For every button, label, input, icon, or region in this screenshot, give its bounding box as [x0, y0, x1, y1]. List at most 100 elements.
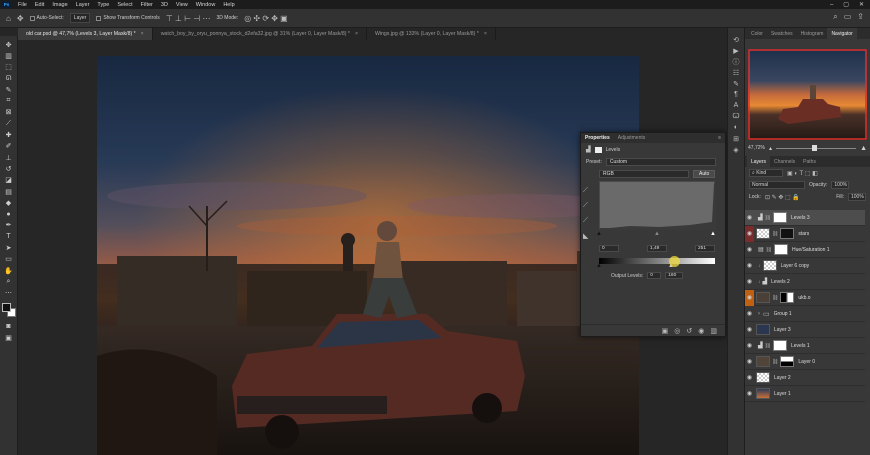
zoom-slider-thumb[interactable]: [812, 144, 818, 151]
input-black-field[interactable]: 0: [599, 245, 619, 252]
black-point-eyedropper-icon[interactable]: ⟋: [583, 187, 588, 195]
history-icon[interactable]: ⟲: [729, 34, 743, 45]
3d-mode-icons[interactable]: ◎ ✣ ⟳ ✥ ▣: [244, 14, 288, 23]
properties-icon[interactable]: ☷: [729, 67, 743, 78]
rectangle-tool-icon[interactable]: ▭: [2, 254, 16, 265]
visibility-eye-icon[interactable]: ◉: [745, 289, 754, 306]
layer-row[interactable]: ◉ ▟ ⛓ Levels 1: [745, 338, 865, 354]
gradient-tool-icon[interactable]: ▤: [2, 186, 16, 197]
menu-layer[interactable]: Layer: [72, 2, 94, 8]
hand-tool-icon[interactable]: ✋: [2, 265, 16, 276]
layer-row[interactable]: ◉ ⛓ Layer 0: [745, 354, 865, 370]
panel-menu-icon[interactable]: ≡: [718, 135, 721, 141]
visibility-eye-icon[interactable]: ◉: [745, 278, 754, 285]
tab-swatches[interactable]: Swatches: [767, 28, 797, 39]
auto-select-option[interactable]: Auto-Select:: [29, 15, 64, 21]
paragraph-icon[interactable]: ¶: [729, 89, 743, 100]
visibility-eye-icon[interactable]: ◉: [745, 225, 754, 242]
white-point-eyedropper-icon[interactable]: ⟋: [583, 217, 588, 225]
output-white-field[interactable]: 160: [665, 272, 684, 279]
blend-mode-dropdown[interactable]: Normal: [749, 181, 805, 189]
crop-tool-icon[interactable]: ⌗: [2, 95, 16, 106]
menu-edit[interactable]: Edit: [31, 2, 48, 8]
menu-view[interactable]: View: [172, 2, 192, 8]
doc-tab-old-car[interactable]: old car.psd @ 47,7% (Levels 3, Layer Mas…: [18, 28, 153, 40]
visibility-icon[interactable]: ◉: [698, 327, 704, 335]
doc-tab-wings[interactable]: Wings.jpg @ 133% (Layer 0, Layer Mask/8)…: [367, 28, 496, 40]
brush-tool-icon[interactable]: ✐: [2, 141, 16, 152]
home-icon[interactable]: ⌂: [6, 14, 11, 23]
auto-button[interactable]: Auto: [693, 170, 716, 178]
visibility-eye-icon[interactable]: ◉: [745, 342, 754, 349]
tab-close-icon[interactable]: ×: [355, 31, 358, 37]
menu-file[interactable]: File: [14, 2, 31, 8]
visibility-eye-icon[interactable]: ◉: [745, 246, 754, 253]
blur-tool-icon[interactable]: ◆: [2, 197, 16, 208]
visibility-eye-icon[interactable]: ◉: [745, 214, 754, 221]
character-icon[interactable]: A: [729, 100, 743, 111]
menu-filter[interactable]: Filter: [137, 2, 157, 8]
layer-mask-thumbnail[interactable]: [772, 212, 787, 223]
zoom-out-icon[interactable]: ▴: [769, 145, 772, 152]
view-previous-icon[interactable]: ◎: [674, 327, 680, 335]
menu-type[interactable]: Type: [93, 2, 113, 8]
tab-adjustments[interactable]: Adjustments: [618, 135, 646, 141]
workspace-icon[interactable]: ▭: [844, 12, 852, 22]
quick-mask-icon[interactable]: ◙: [2, 321, 16, 332]
zoom-tool-icon[interactable]: ⌕: [2, 276, 16, 287]
visibility-eye-icon[interactable]: ◉: [745, 390, 754, 397]
eraser-tool-icon[interactable]: ◪: [2, 175, 16, 186]
foreground-color-swatch[interactable]: [1, 302, 11, 312]
layer-row[interactable]: ◉ Layer 2: [745, 370, 865, 386]
document-canvas[interactable]: [97, 56, 639, 455]
tab-layers[interactable]: Layers: [747, 156, 771, 167]
delete-icon[interactable]: ▥: [710, 327, 717, 335]
tab-navigator[interactable]: Navigator: [827, 28, 857, 39]
layer-row[interactable]: ◉ ▤ ⛓ Hue/Saturation 1: [745, 242, 865, 258]
layer-row[interactable]: ◉ ↓ ▟ Levels 2: [745, 274, 865, 290]
clone-stamp-tool-icon[interactable]: ⊥: [2, 152, 16, 163]
tab-close-icon[interactable]: ×: [141, 31, 144, 37]
visibility-eye-icon[interactable]: ◉: [745, 326, 754, 333]
layer-mask-thumbnail[interactable]: [772, 340, 787, 351]
zoom-in-icon[interactable]: ▲: [860, 145, 867, 152]
fill-field[interactable]: 100%: [848, 193, 866, 201]
layer-row[interactable]: ◉ › ▭ Group 1: [745, 306, 865, 322]
quick-select-tool-icon[interactable]: ✎: [2, 84, 16, 95]
path-selection-tool-icon[interactable]: ➤: [2, 242, 16, 253]
lasso-tool-icon[interactable]: ᘏ: [2, 73, 16, 84]
transform-controls-checkbox[interactable]: [96, 15, 102, 21]
navigator-preview[interactable]: [748, 49, 867, 140]
menu-3d[interactable]: 3D: [157, 2, 172, 8]
tab-channels[interactable]: Channels: [770, 156, 799, 167]
layer-row[interactable]: ◉ ⛓ ukb.o: [745, 289, 865, 306]
preset-dropdown[interactable]: Custom: [605, 157, 716, 166]
info-icon[interactable]: ⓘ: [729, 56, 743, 67]
type-tool-icon[interactable]: T: [2, 231, 16, 242]
input-black-slider[interactable]: ▲: [596, 231, 602, 237]
brush-settings-icon[interactable]: ✎: [729, 78, 743, 89]
auto-select-dropdown[interactable]: Layer: [69, 13, 91, 23]
auto-select-checkbox[interactable]: [29, 15, 35, 21]
visibility-eye-icon[interactable]: ◉: [745, 374, 754, 381]
menu-image[interactable]: Image: [48, 2, 71, 8]
visibility-eye-icon[interactable]: ◉: [745, 262, 754, 269]
artboard-tool-icon[interactable]: ▥: [2, 50, 16, 61]
zoom-slider[interactable]: [775, 144, 857, 151]
input-gamma-field[interactable]: 1,49: [647, 245, 667, 252]
layer-row[interactable]: ◉ Layer 3: [745, 322, 865, 338]
dodge-tool-icon[interactable]: ●: [2, 208, 16, 219]
align-icons[interactable]: ⊤ ⊥ ⊢ ⊣ ⋯: [166, 14, 211, 23]
zoom-value[interactable]: 47,72%: [748, 145, 765, 151]
glyphs-icon[interactable]: Ꞷ: [729, 111, 743, 122]
styles-icon[interactable]: ◈: [729, 144, 743, 155]
opacity-field[interactable]: 100%: [831, 181, 850, 189]
layer-row[interactable]: ◉ ↓ Layer 6 copy: [745, 258, 865, 274]
more-tools-icon[interactable]: ⋯: [2, 288, 16, 299]
history-brush-tool-icon[interactable]: ↺: [2, 163, 16, 174]
lock-icons[interactable]: ⊡ ✎ ✥ ⬚ 🔒: [765, 194, 800, 201]
minimize-icon[interactable]: –: [830, 2, 833, 8]
pen-tool-icon[interactable]: ✒: [2, 220, 16, 231]
input-sliders[interactable]: ▲ ▲ ▲: [596, 231, 716, 237]
layer-mask-thumbnail[interactable]: [774, 244, 789, 255]
